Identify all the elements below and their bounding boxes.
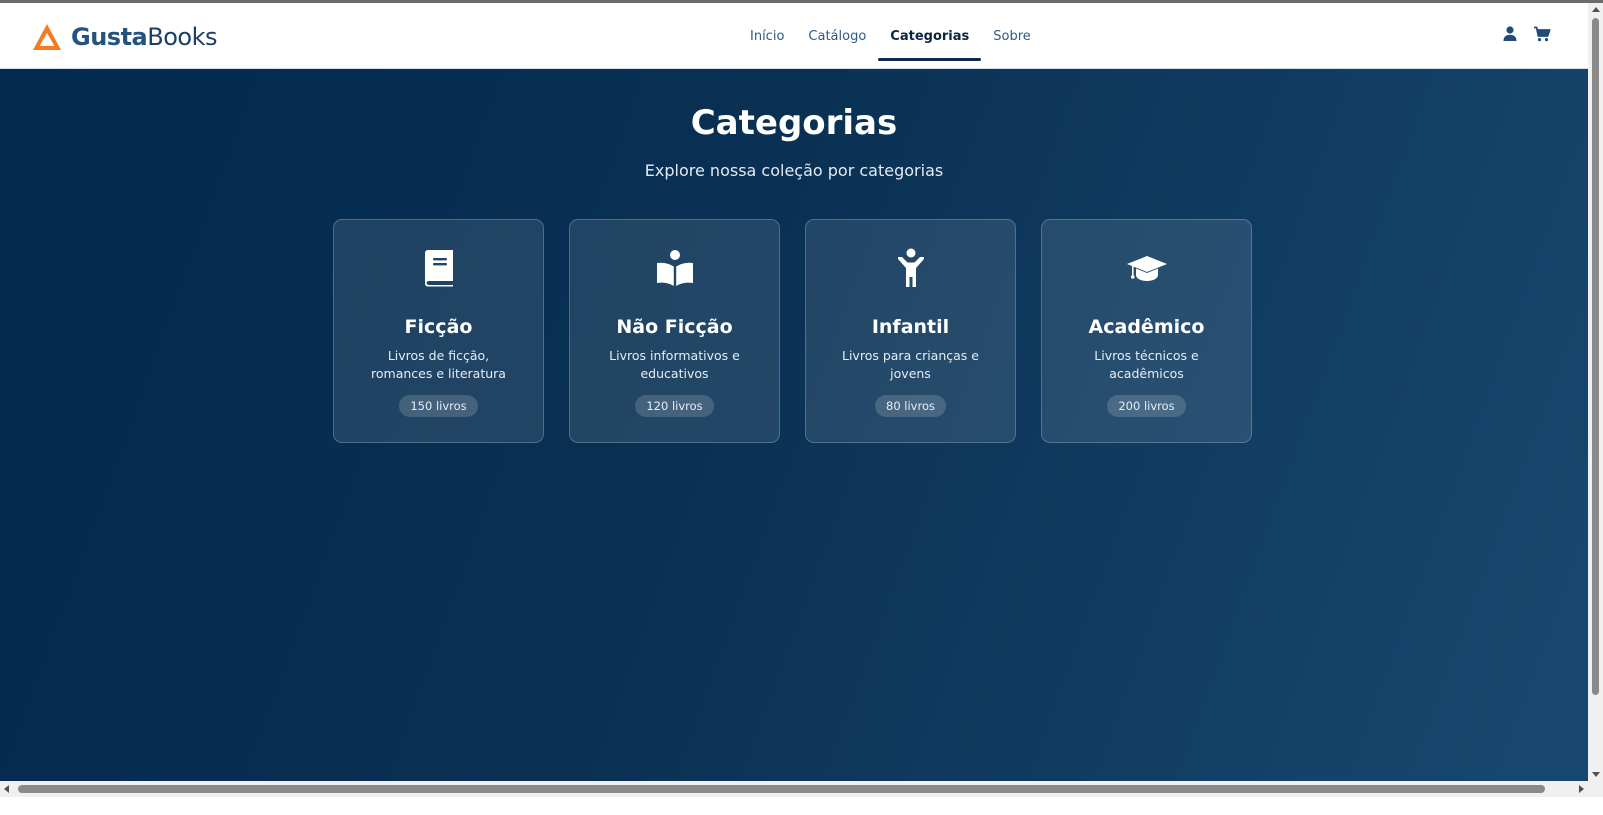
graduation-cap-icon: [1126, 247, 1168, 289]
scroll-right-arrow-icon[interactable]: [1579, 785, 1584, 793]
category-description: Livros de ficção, romances e literatura: [371, 348, 506, 381]
category-card-nao-ficcao[interactable]: Não Ficção Livros informativos e educati…: [569, 219, 780, 443]
nav-item-categorias[interactable]: Categorias: [878, 3, 982, 69]
nav-item-catalogo[interactable]: Catálogo: [796, 3, 878, 69]
horizontal-scrollbar[interactable]: [0, 781, 1588, 797]
category-count-badge: 80 livros: [875, 395, 946, 417]
header-actions: [1501, 25, 1551, 43]
category-description: Livros técnicos e acadêmicos: [1094, 348, 1199, 381]
category-title: Não Ficção: [616, 316, 733, 338]
brand-name-bold: Gusta: [71, 23, 148, 51]
scroll-left-arrow-icon[interactable]: [4, 785, 9, 793]
nav-item-inicio[interactable]: Início: [738, 3, 796, 69]
brand-logo[interactable]: GustaBooks: [31, 19, 217, 55]
page-subtitle: Explore nossa coleção por categorias: [644, 161, 944, 180]
nav-item-sobre[interactable]: Sobre: [981, 3, 1043, 69]
scroll-down-arrow-icon[interactable]: [1592, 772, 1600, 777]
categories-section: Categorias Explore nossa coleção por cat…: [0, 69, 1588, 781]
cart-icon[interactable]: [1533, 25, 1551, 43]
category-description: Livros informativos e educativos: [609, 348, 740, 381]
user-icon[interactable]: [1501, 25, 1519, 43]
brand-name-light: Books: [147, 23, 217, 51]
category-description: Livros para crianças e jovens: [842, 348, 979, 381]
scroll-up-arrow-icon[interactable]: [1592, 7, 1600, 12]
horizontal-scroll-thumb[interactable]: [18, 785, 1545, 793]
page-title: Categorias: [690, 103, 898, 143]
category-count-badge: 200 livros: [1107, 395, 1186, 417]
category-card-infantil[interactable]: Infantil Livros para crianças e jovens 8…: [805, 219, 1016, 443]
category-grid: Ficção Livros de ficção, romances e lite…: [333, 219, 1252, 443]
brand-name: GustaBooks: [71, 23, 217, 51]
main-nav: Início Catálogo Categorias Sobre: [738, 3, 1043, 69]
vertical-scroll-thumb[interactable]: [1592, 18, 1599, 695]
site-header: GustaBooks Início Catálogo Categorias So…: [0, 3, 1588, 69]
vertical-scrollbar[interactable]: [1588, 3, 1603, 781]
window-bottom-strip: [0, 797, 1603, 815]
category-title: Infantil: [871, 316, 950, 338]
category-title: Acadêmico: [1088, 316, 1205, 338]
category-count-badge: 120 livros: [635, 395, 714, 417]
category-card-academico[interactable]: Acadêmico Livros técnicos e acadêmicos 2…: [1041, 219, 1252, 443]
category-card-ficcao[interactable]: Ficção Livros de ficção, romances e lite…: [333, 219, 544, 443]
triangle-logo-icon: [31, 21, 63, 53]
category-title: Ficção: [404, 316, 473, 338]
scrollbar-corner: [1588, 781, 1603, 797]
reader-icon: [654, 247, 696, 289]
child-icon: [890, 247, 932, 289]
book-icon: [418, 247, 460, 289]
category-count-badge: 150 livros: [399, 395, 478, 417]
